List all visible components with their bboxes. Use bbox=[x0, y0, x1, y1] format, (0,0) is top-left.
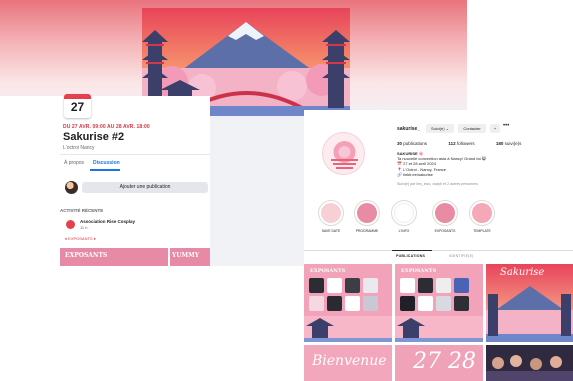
tab-about[interactable]: À propos bbox=[64, 160, 84, 166]
activity-author[interactable]: Association Rise Cosplay bbox=[80, 219, 135, 224]
active-tab-indicator bbox=[90, 169, 120, 171]
instagram-profile: sakurise_ Suivi(e) ⌄ Contacter + ••• 30 … bbox=[304, 110, 573, 381]
stat-posts-value: 30 bbox=[397, 141, 403, 146]
avatar bbox=[65, 181, 78, 194]
following-button[interactable]: Suivi(e) ⌄ bbox=[426, 124, 454, 133]
add-person-button[interactable]: + bbox=[490, 124, 500, 133]
post-thumbnails bbox=[400, 278, 480, 311]
highlight-label: TEMPLATE bbox=[473, 229, 491, 233]
active-tab-indicator bbox=[392, 250, 432, 251]
tab-publications[interactable]: PUBLICATIONS bbox=[396, 254, 425, 258]
highlight-cover bbox=[435, 203, 455, 223]
followed-by[interactable]: Suivi(e) par lies_inso, osdpb et 2 autre… bbox=[397, 182, 478, 186]
thumb bbox=[436, 296, 451, 311]
highlight-label: PROGRAMME bbox=[355, 229, 379, 233]
thumb bbox=[400, 296, 415, 311]
highlight-template[interactable] bbox=[469, 200, 495, 226]
thumb bbox=[418, 296, 433, 311]
highlight-programme[interactable] bbox=[354, 200, 380, 226]
more-options-icon[interactable]: ••• bbox=[503, 123, 509, 129]
event-location[interactable]: L'octroi Nancy bbox=[63, 145, 95, 151]
profile-username: sakurise_ bbox=[397, 126, 421, 132]
highlight-cover bbox=[321, 203, 341, 223]
screenshot-collage: 27 DU 27 AVR. 09:00 AU 28 AVR. 18:00 Sak… bbox=[0, 0, 573, 381]
post-tile[interactable]: Sakurise bbox=[486, 264, 573, 342]
post-grid: EXPOSANTS EXPOSANTS Sakurise Bienvenue 2… bbox=[304, 264, 573, 381]
post-tile[interactable] bbox=[486, 345, 573, 381]
stat-following-value: 180 bbox=[495, 141, 504, 146]
stat-posts-label: publications bbox=[403, 141, 428, 146]
activity-time: 11 h · bbox=[80, 225, 90, 230]
thumb bbox=[327, 278, 342, 293]
post-preview[interactable]: EXPOSANTS YUMMY bbox=[60, 248, 210, 266]
post-tile[interactable]: Bienvenue bbox=[304, 345, 392, 381]
highlight-exposants[interactable] bbox=[432, 200, 458, 226]
post-preview-right: YUMMY bbox=[172, 252, 200, 259]
add-post-button[interactable]: Ajouter une publication bbox=[82, 182, 208, 193]
post-preview-title: EXPOSANTS bbox=[65, 252, 108, 259]
highlight-cover bbox=[394, 203, 414, 223]
crowd-photo bbox=[486, 345, 573, 381]
stat-following-label: suivi(e)s bbox=[504, 141, 522, 146]
bio-link[interactable]: 🔗 linktr.ee/sakurise bbox=[397, 172, 547, 177]
stat-followers-value: 112 bbox=[448, 141, 456, 146]
highlight-label: L'INFO bbox=[398, 229, 410, 233]
activity-heading: ACTIVITÉ RÉCENTE bbox=[60, 208, 104, 213]
highlight-cover bbox=[472, 203, 492, 223]
event-date-range: DU 27 AVR. 09:00 AU 28 AVR. 18:00 bbox=[63, 124, 150, 130]
post-tile-title: Bienvenue bbox=[312, 353, 387, 369]
calendar-badge: 27 bbox=[64, 94, 91, 118]
thumb bbox=[436, 278, 451, 293]
event-tabs: À propos Discussion bbox=[60, 154, 210, 171]
pagoda-illustration bbox=[304, 316, 392, 342]
thumb bbox=[400, 278, 415, 293]
event-title: Sakurise #2 bbox=[63, 131, 125, 143]
thumb bbox=[327, 296, 342, 311]
thumb bbox=[454, 296, 469, 311]
stat-followers-label: followers bbox=[456, 141, 475, 146]
tab-discussion[interactable]: Discussion bbox=[93, 160, 120, 166]
stat-followers[interactable]: 112 followers bbox=[448, 141, 484, 146]
post-tile-title: EXPOSANTS bbox=[310, 268, 346, 274]
post-tile[interactable]: EXPOSANTS bbox=[395, 264, 483, 342]
highlight-label: EXPOSANTS bbox=[434, 229, 456, 233]
post-tile[interactable]: 27 28 bbox=[395, 345, 483, 381]
divider bbox=[168, 248, 170, 266]
post-tile-title: EXPOSANTS bbox=[401, 268, 437, 274]
thumb bbox=[345, 278, 360, 293]
thumb bbox=[345, 296, 360, 311]
recent-activity: ACTIVITÉ RÉCENTE Association Rise Cospla… bbox=[60, 204, 210, 248]
activity-tag: ♦ EXPOSANTS ♦ bbox=[65, 236, 96, 241]
highlight-cover bbox=[357, 203, 377, 223]
profile-stats: 30 publications 112 followers 180 suivi(… bbox=[397, 141, 541, 146]
highlight-label: SAVE DATE bbox=[321, 229, 341, 233]
post-tile[interactable]: EXPOSANTS bbox=[304, 264, 392, 342]
organizer-avatar[interactable] bbox=[66, 220, 75, 229]
highlight-info[interactable] bbox=[391, 200, 417, 226]
profile-tabs: PUBLICATIONS IDENTIFIÉ(E) bbox=[304, 250, 573, 262]
pagoda-illustration bbox=[395, 316, 483, 342]
post-tile-title: 27 28 bbox=[413, 349, 476, 374]
calendar-day: 27 bbox=[70, 100, 85, 114]
thumb bbox=[309, 296, 324, 311]
thumb bbox=[363, 296, 378, 311]
thumb bbox=[454, 278, 469, 293]
contact-button[interactable]: Contacter bbox=[458, 124, 486, 133]
profile-avatar[interactable] bbox=[322, 132, 365, 175]
composer-row: Ajouter une publication bbox=[60, 176, 210, 200]
stat-posts[interactable]: 30 publications bbox=[397, 141, 437, 146]
highlight-save-date[interactable] bbox=[318, 200, 344, 226]
stat-following[interactable]: 180 suivi(e)s bbox=[496, 141, 532, 146]
post-tile-title: Sakurise bbox=[500, 267, 545, 278]
profile-bio: SAKURISE 🌸 Ta nouvelle convention asia à… bbox=[397, 151, 547, 177]
thumb bbox=[309, 278, 324, 293]
post-thumbnails bbox=[309, 278, 389, 311]
tab-tagged[interactable]: IDENTIFIÉ(E) bbox=[449, 254, 474, 258]
thumb bbox=[363, 278, 378, 293]
thumb bbox=[418, 278, 433, 293]
